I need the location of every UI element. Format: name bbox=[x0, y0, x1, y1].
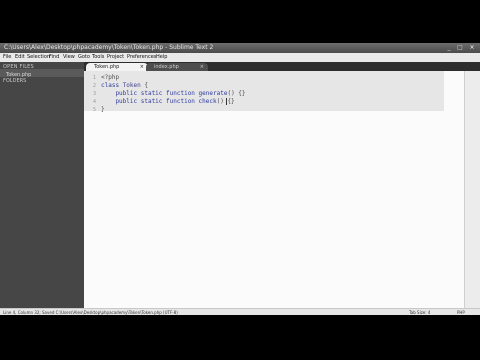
status-bar: Line 4, Column 32; Saved C:\Users\Alex\D… bbox=[0, 308, 480, 315]
code-line[interactable]: } bbox=[101, 106, 105, 114]
code-token: class bbox=[101, 82, 123, 89]
menu-edit[interactable]: Edit bbox=[15, 53, 25, 62]
code-token: public static function bbox=[101, 90, 199, 97]
code-token: { bbox=[140, 82, 148, 89]
close-button[interactable]: × bbox=[467, 44, 477, 52]
menu-tools[interactable]: Tools bbox=[92, 53, 104, 62]
menu-find[interactable]: Find bbox=[49, 53, 59, 62]
menu-help[interactable]: Help bbox=[156, 53, 167, 62]
line-number: 1 bbox=[92, 75, 96, 81]
code-line[interactable]: <?php bbox=[101, 74, 119, 82]
menu-selection[interactable]: Selection bbox=[27, 53, 50, 62]
status-message: Line 4, Column 32; Saved C:\Users\Alex\D… bbox=[3, 310, 178, 315]
sidebar: OPEN FILES Token.php FOLDERS bbox=[0, 62, 84, 308]
tab-label: index.php bbox=[154, 64, 179, 70]
line-number: 4 bbox=[92, 99, 96, 105]
code-token: public static function bbox=[101, 98, 199, 105]
code-token: () {} bbox=[227, 90, 246, 97]
code-line[interactable]: class Token { bbox=[101, 82, 148, 90]
minimap[interactable] bbox=[446, 71, 464, 308]
minimize-button[interactable]: _ bbox=[444, 44, 454, 52]
line-number: 5 bbox=[92, 107, 96, 113]
line-number: 2 bbox=[92, 83, 96, 89]
line-number: 3 bbox=[92, 91, 96, 97]
code-token: Token bbox=[122, 82, 141, 89]
menu-file[interactable]: File bbox=[3, 53, 11, 62]
menu-project[interactable]: Project bbox=[107, 53, 124, 62]
tab-bar: Token.php × index.php × bbox=[84, 62, 480, 71]
code-token: <?php bbox=[101, 74, 120, 81]
close-tab-icon[interactable]: × bbox=[140, 63, 144, 71]
maximize-button[interactable]: □ bbox=[455, 44, 465, 52]
code-line[interactable]: public static function generate() {} bbox=[101, 90, 246, 98]
menu-goto[interactable]: Goto bbox=[78, 53, 90, 62]
syntax-indicator[interactable]: PHP bbox=[457, 309, 465, 316]
vertical-scrollbar[interactable] bbox=[464, 71, 480, 308]
text-cursor bbox=[226, 98, 227, 105]
sublime-window: C:\Users\Alex\Desktop\phpacademy\Token\T… bbox=[0, 43, 480, 315]
sidebar-header-folders: FOLDERS bbox=[3, 78, 27, 84]
menu-view[interactable]: View bbox=[63, 53, 75, 62]
window-title: C:\Users\Alex\Desktop\phpacademy\Token\T… bbox=[4, 44, 214, 51]
close-tab-icon[interactable]: × bbox=[200, 63, 204, 71]
sidebar-header-open-files: OPEN FILES bbox=[3, 64, 34, 70]
code-token: generate bbox=[198, 90, 228, 97]
tab-index-php[interactable]: index.php × bbox=[146, 63, 208, 71]
menu-bar: File Edit Selection Find View Goto Tools… bbox=[0, 53, 480, 62]
tab-token-php[interactable]: Token.php × bbox=[86, 63, 148, 71]
tab-size-indicator[interactable]: Tab Size: 4 bbox=[409, 309, 430, 316]
tab-label: Token.php bbox=[94, 64, 120, 70]
menu-preferences[interactable]: Preferences bbox=[127, 53, 156, 62]
code-token: } bbox=[101, 106, 105, 113]
code-token: check bbox=[198, 98, 217, 105]
code-line[interactable]: public static function check() {} bbox=[101, 98, 234, 106]
title-bar: C:\Users\Alex\Desktop\phpacademy\Token\T… bbox=[0, 43, 480, 53]
